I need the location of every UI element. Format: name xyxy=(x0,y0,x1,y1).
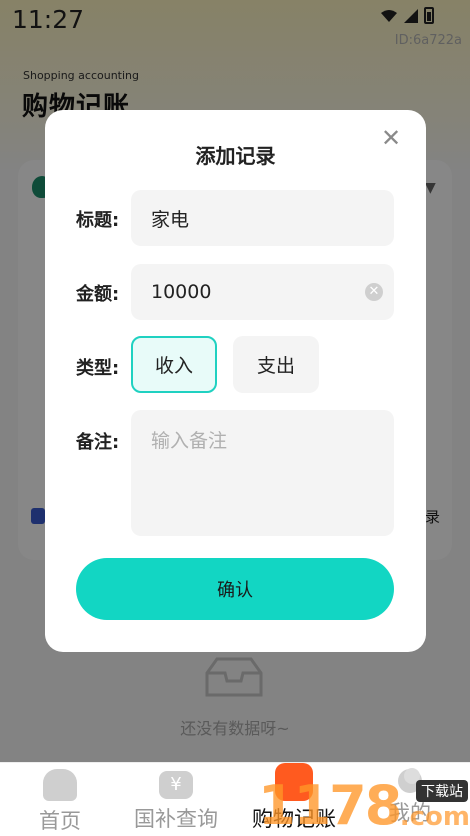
amount-label: 金额: xyxy=(76,284,120,305)
clear-input-icon[interactable]: ✕ xyxy=(365,283,383,301)
site-watermark: 1178 下载站 .com xyxy=(258,774,470,836)
tab-label: 首页 xyxy=(39,809,81,833)
tab-label: 国补查询 xyxy=(134,807,218,831)
title-label: 标题: xyxy=(76,210,120,231)
add-record-dialog: 添加记录 ✕ 标题: 金额: ✕ 类型: 收入 支出 备注: 确认 xyxy=(45,110,426,652)
tab-subsidy-query[interactable]: ¥ 国补查询 xyxy=(130,763,222,836)
yuan-icon: ¥ xyxy=(159,771,193,799)
tab-home[interactable]: 首页 xyxy=(34,763,86,836)
type-expense-button[interactable]: 支出 xyxy=(233,336,319,393)
note-textarea[interactable] xyxy=(131,410,394,536)
watermark-suffix: .com xyxy=(399,802,470,832)
dialog-title: 添加记录 xyxy=(195,144,276,168)
type-label: 类型: xyxy=(76,358,120,379)
watermark-tag: 下载站 xyxy=(416,780,468,802)
type-income-button[interactable]: 收入 xyxy=(131,336,217,393)
title-input[interactable] xyxy=(131,190,394,246)
confirm-button[interactable]: 确认 xyxy=(76,558,394,620)
amount-input[interactable] xyxy=(131,264,394,320)
home-icon xyxy=(43,769,77,801)
watermark-digits: 1178 xyxy=(258,774,402,836)
close-icon[interactable]: ✕ xyxy=(379,126,403,150)
note-label: 备注: xyxy=(76,432,120,453)
